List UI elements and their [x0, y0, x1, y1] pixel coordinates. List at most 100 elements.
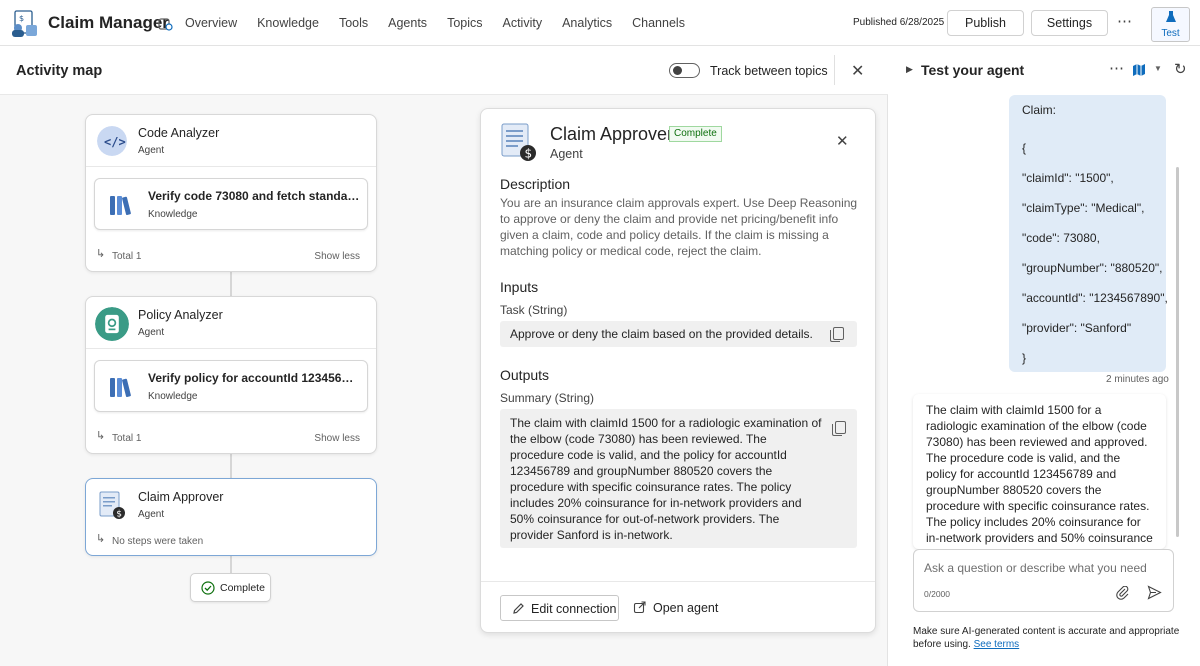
message-line: "claimType": "Medical", — [1022, 201, 1145, 215]
agent-type: Agent — [138, 327, 165, 338]
nav-topics[interactable]: Topics — [437, 0, 492, 46]
settings-button[interactable]: Settings — [1031, 10, 1108, 36]
input-label: Task (String) — [500, 303, 568, 317]
flow-connector — [230, 272, 232, 296]
svg-text:$: $ — [525, 147, 533, 161]
test-more-options-icon[interactable]: ⋯ — [1109, 59, 1125, 77]
step-title: Verify policy for accountId 123456789 ..… — [148, 371, 360, 385]
detail-footer-divider — [481, 581, 875, 582]
edit-connection-button[interactable]: Edit connection — [500, 595, 619, 621]
claim-document-icon: $ — [501, 123, 536, 161]
complete-label: Complete — [220, 582, 265, 594]
ai-disclaimer: Make sure AI-generated content is accura… — [913, 625, 1183, 651]
claim-manager-logo-icon: $ — [12, 10, 37, 37]
outputs-heading: Outputs — [500, 367, 550, 383]
claim-approver-card[interactable]: $ Claim Approver Agent ↳ No steps were t… — [85, 478, 377, 556]
detail-title: Claim Approver — [550, 124, 674, 144]
svg-text:$: $ — [19, 14, 24, 23]
message-line: } — [1022, 351, 1027, 365]
published-date: Published 6/28/2025 — [853, 17, 945, 28]
card-footer: ↳ No steps were taken — [86, 532, 376, 554]
message-line: "groupNumber": "880520", — [1022, 261, 1163, 275]
books-icon — [110, 378, 131, 398]
nav-tools[interactable]: Tools — [329, 0, 378, 46]
code-analyzer-card[interactable]: </> Code Analyzer Agent Verify code 7308… — [85, 114, 377, 272]
track-topics-toggle[interactable] — [669, 63, 700, 78]
show-less-link[interactable]: Show less — [314, 251, 360, 262]
message-line: "accountId": "1234567890", — [1022, 291, 1168, 305]
more-options-icon[interactable]: ⋯ — [1117, 12, 1133, 30]
agent-name: Policy Analyzer — [138, 308, 223, 322]
books-icon — [110, 196, 131, 216]
step-title: Verify code 73080 and fetch standard r..… — [148, 189, 360, 203]
svg-text:$: $ — [116, 510, 122, 520]
step-type: Knowledge — [148, 209, 198, 220]
return-arrow-icon: ↳ — [96, 248, 106, 260]
nav-overview[interactable]: Overview — [175, 0, 247, 46]
chat-input[interactable]: Ask a question or describe what you need… — [913, 549, 1174, 612]
pencil-icon — [513, 603, 524, 614]
test-button[interactable]: Test — [1151, 7, 1190, 42]
input-value-box: Approve or deny the claim based on the p… — [500, 321, 857, 347]
message-line: "code": 73080, — [1022, 231, 1100, 245]
test-panel-title: Test your agent — [921, 62, 1025, 78]
show-less-link[interactable]: Show less — [314, 433, 360, 444]
policy-analyzer-card[interactable]: Policy Analyzer Agent Verify policy for … — [85, 296, 377, 454]
close-detail-icon[interactable]: ✕ — [836, 132, 849, 150]
output-value: The claim with claimId 1500 for a radiol… — [510, 416, 822, 542]
test-agent-panel: ▶ Test your agent ⋯ ▼ ↻ Claim: { "claimI… — [889, 47, 1200, 666]
open-external-icon — [633, 601, 646, 614]
test-button-label: Test — [1161, 28, 1180, 39]
output-value-box: The claim with claimId 1500 for a radiol… — [500, 409, 857, 548]
nav-knowledge[interactable]: Knowledge — [247, 0, 329, 46]
step-type: Knowledge — [148, 391, 198, 402]
refresh-icon[interactable]: ↻ — [1174, 60, 1187, 78]
chat-input-placeholder: Ask a question or describe what you need — [924, 561, 1147, 575]
flow-connector — [230, 556, 232, 573]
agent-settings-icon[interactable] — [157, 16, 173, 32]
copy-icon[interactable] — [830, 327, 844, 342]
card-footer: ↳ Total 1 Show less — [86, 247, 376, 269]
message-line: { — [1022, 141, 1027, 155]
input-value: Approve or deny the claim based on the p… — [510, 327, 813, 341]
copy-icon[interactable] — [832, 421, 846, 436]
track-topics-label: Track between topics — [710, 64, 828, 78]
description-text: You are an insurance claim approvals exp… — [500, 196, 858, 258]
message-line: "provider": "Sanford" — [1022, 321, 1132, 335]
nav-channels[interactable]: Channels — [622, 0, 695, 46]
knowledge-step[interactable]: Verify policy for accountId 123456789 ..… — [94, 360, 368, 412]
publish-button[interactable]: Publish — [947, 10, 1024, 36]
attach-icon[interactable] — [1116, 586, 1130, 600]
edit-connection-label: Edit connection — [531, 602, 617, 616]
agent-name: Claim Approver — [138, 490, 224, 504]
check-circle-icon — [201, 581, 215, 595]
nav-analytics[interactable]: Analytics — [552, 0, 622, 46]
collapse-caret-icon[interactable]: ▶ — [906, 64, 913, 75]
see-terms-link[interactable]: See terms — [974, 639, 1020, 650]
open-agent-label: Open agent — [653, 601, 719, 615]
complete-node: Complete — [190, 573, 271, 602]
card-footer: ↳ Total 1 Show less — [86, 429, 376, 451]
nav-agents[interactable]: Agents — [378, 0, 437, 46]
return-arrow-icon: ↳ — [96, 533, 106, 545]
chevron-down-icon[interactable]: ▼ — [1154, 64, 1162, 73]
knowledge-step[interactable]: Verify code 73080 and fetch standard r..… — [94, 178, 368, 230]
inputs-heading: Inputs — [500, 279, 539, 295]
agent-type: Agent — [138, 145, 165, 156]
agent-reply: The claim with claimId 1500 for a radiol… — [913, 394, 1166, 549]
message-line: "claimId": "1500", — [1022, 171, 1114, 185]
chat-scrollbar[interactable] — [1176, 167, 1179, 537]
map-icon[interactable] — [1132, 63, 1146, 77]
nav-activity[interactable]: Activity — [493, 0, 553, 46]
activity-map-title: Activity map — [16, 63, 103, 79]
activity-map-header: Activity map Track between topics ✕ — [0, 47, 888, 95]
total-count: Total 1 — [112, 251, 142, 262]
claim-document-icon: $ — [99, 491, 125, 520]
agent-detail-panel: $ Claim Approver Complete Agent ✕ Descri… — [480, 108, 876, 633]
top-bar: $ Claim Manager Overview Knowledge Tools… — [0, 0, 1200, 46]
policy-icon — [95, 307, 129, 341]
close-activity-map-icon[interactable]: ✕ — [851, 61, 864, 81]
send-icon[interactable] — [1147, 585, 1162, 600]
message-timestamp: 2 minutes ago — [1106, 374, 1169, 385]
char-count: 0/2000 — [924, 589, 950, 599]
